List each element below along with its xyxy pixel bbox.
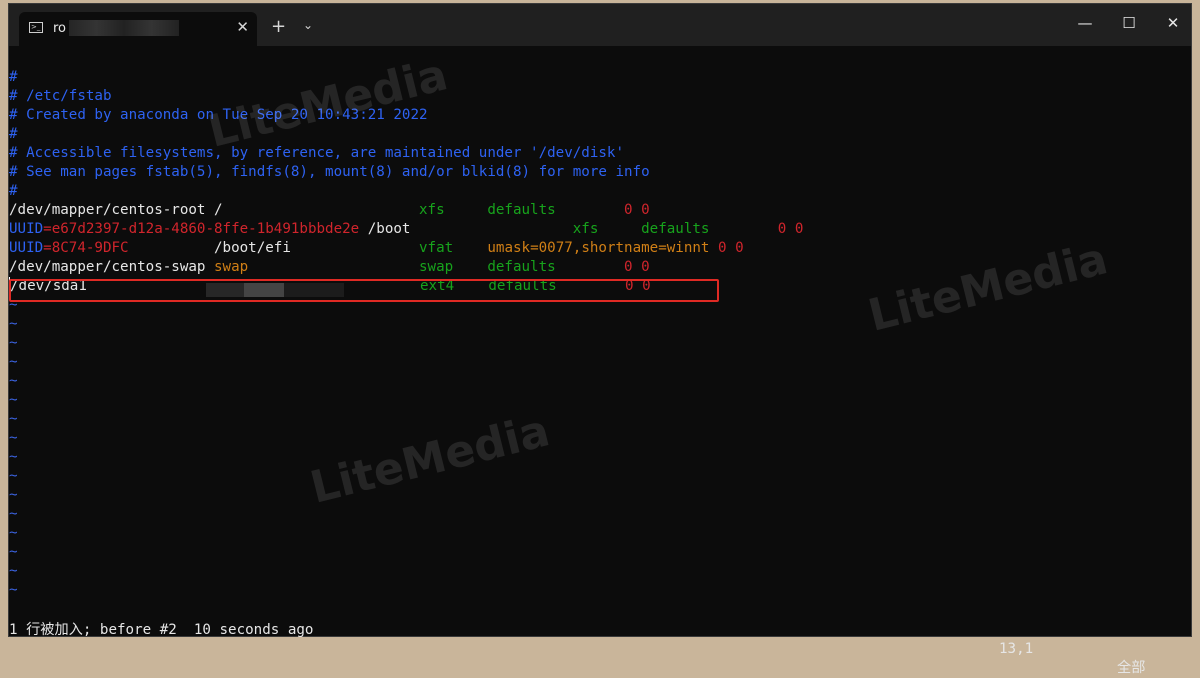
buffer-text-segment: #: [9, 69, 18, 85]
buffer-text-segment: xfs: [419, 202, 488, 218]
buffer-line[interactable]: /dev/mapper/centos-swap swap swap defaul…: [9, 258, 1169, 277]
buffer-text-segment: vfat: [419, 240, 488, 256]
buffer-text-segment: #: [9, 183, 18, 199]
buffer-text-segment: UUID: [9, 240, 44, 256]
vim-buffer[interactable]: # # /etc/fstab # Created by anaconda on Tu…: [9, 68, 1169, 600]
buffer-line[interactable]: /dev/mapper/centos-root / xfs defaults 0…: [9, 201, 1169, 220]
status-message: 1 行被加入; before #2 10 seconds ago: [9, 622, 314, 638]
buffer-text-segment: # See man pages fstab(5), findfs(8), mou…: [9, 164, 650, 180]
buffer-text-segment: 0 0: [777, 221, 804, 237]
buffer-line[interactable]: #: [9, 182, 1169, 201]
buffer-text-segment: defaults: [641, 221, 778, 237]
maximize-button[interactable]: ☐: [1117, 14, 1141, 32]
empty-line-tilde: ~: [9, 430, 18, 446]
new-tab-button[interactable]: +: [271, 16, 286, 37]
empty-line-tilde: ~: [9, 373, 18, 389]
buffer-line[interactable]: # See man pages fstab(5), findfs(8), mou…: [9, 163, 1169, 182]
buffer-text-segment: xfs: [572, 221, 642, 237]
buffer-text-segment: 0 0: [717, 240, 744, 256]
buffer-text-segment: =e67d2397-d12a-4860-8ffe-1b491bbbde2e: [43, 221, 368, 237]
empty-line-tilde: ~: [9, 468, 18, 484]
empty-line-tilde: ~: [9, 354, 18, 370]
empty-line-tilde: ~: [9, 335, 18, 351]
empty-line-tilde: ~: [9, 487, 18, 503]
empty-line-tilde: ~: [9, 316, 18, 332]
empty-line-tilde: ~: [9, 525, 18, 541]
buffer-text-segment: /boot/efi: [214, 240, 420, 256]
empty-line-tilde: ~: [9, 544, 18, 560]
buffer-text-segment: # /etc/fstab: [9, 88, 112, 104]
tab-dropdown-button[interactable]: ⌄: [303, 18, 313, 32]
title-bar: >_ ro ✕ + ⌄ — ☐ ✕: [9, 4, 1191, 46]
empty-line-tilde: ~: [9, 449, 18, 465]
close-window-button[interactable]: ✕: [1161, 14, 1185, 32]
highlight-box: [9, 279, 719, 302]
buffer-text-segment: /dev/mapper/centos-swap: [9, 259, 214, 275]
buffer-text-segment: =8C74-9DFC: [43, 240, 215, 256]
buffer-text-segment: 0 0: [624, 202, 650, 218]
buffer-line[interactable]: UUID=8C74-9DFC /boot/efi vfat umask=0077…: [9, 239, 1169, 258]
empty-line-tilde: ~: [9, 563, 18, 579]
cursor-position: 13,1: [999, 641, 1034, 657]
empty-line-tilde: ~: [9, 392, 18, 408]
redacted-tab-title: [69, 20, 179, 36]
buffer-text-segment: defaults: [487, 202, 625, 218]
close-tab-icon[interactable]: ✕: [236, 18, 249, 36]
buffer-line[interactable]: #: [9, 68, 1169, 87]
tab-title: ro: [53, 21, 67, 36]
empty-line-tilde: ~: [9, 582, 18, 598]
buffer-line[interactable]: # /etc/fstab: [9, 87, 1169, 106]
buffer-text-segment: # Created by anaconda on Tue Sep 20 10:4…: [9, 107, 428, 123]
minimize-button[interactable]: —: [1073, 14, 1097, 32]
terminal-icon: >_: [29, 22, 43, 33]
empty-line-tilde: ~: [9, 506, 18, 522]
buffer-line[interactable]: UUID=e67d2397-d12a-4860-8ffe-1b491bbbde2…: [9, 220, 1169, 239]
buffer-text-segment: # Accessible filesystems, by reference, …: [9, 145, 624, 161]
buffer-text-segment: defaults: [487, 259, 625, 275]
buffer-line[interactable]: # Accessible filesystems, by reference, …: [9, 144, 1169, 163]
buffer-text-segment: #: [9, 126, 18, 142]
buffer-text-segment: /boot: [367, 221, 573, 237]
buffer-text-segment: 0 0: [624, 259, 650, 275]
buffer-text-segment: swap: [419, 259, 488, 275]
status-line: 1 行被加入; before #2 10 seconds ago 13,1 全部: [9, 602, 1169, 676]
scroll-indicator: 全部: [1117, 660, 1146, 676]
buffer-text-segment: UUID: [9, 221, 44, 237]
buffer-line[interactable]: #: [9, 125, 1169, 144]
buffer-text-segment: swap: [214, 259, 419, 275]
buffer-line[interactable]: # Created by anaconda on Tue Sep 20 10:4…: [9, 106, 1169, 125]
buffer-text-segment: /dev/mapper/centos-root /: [9, 202, 419, 218]
empty-line-tilde: ~: [9, 411, 18, 427]
buffer-text-segment: umask=0077,shortname=winnt: [487, 240, 718, 256]
terminal-tab[interactable]: >_ ro ✕: [19, 12, 257, 46]
